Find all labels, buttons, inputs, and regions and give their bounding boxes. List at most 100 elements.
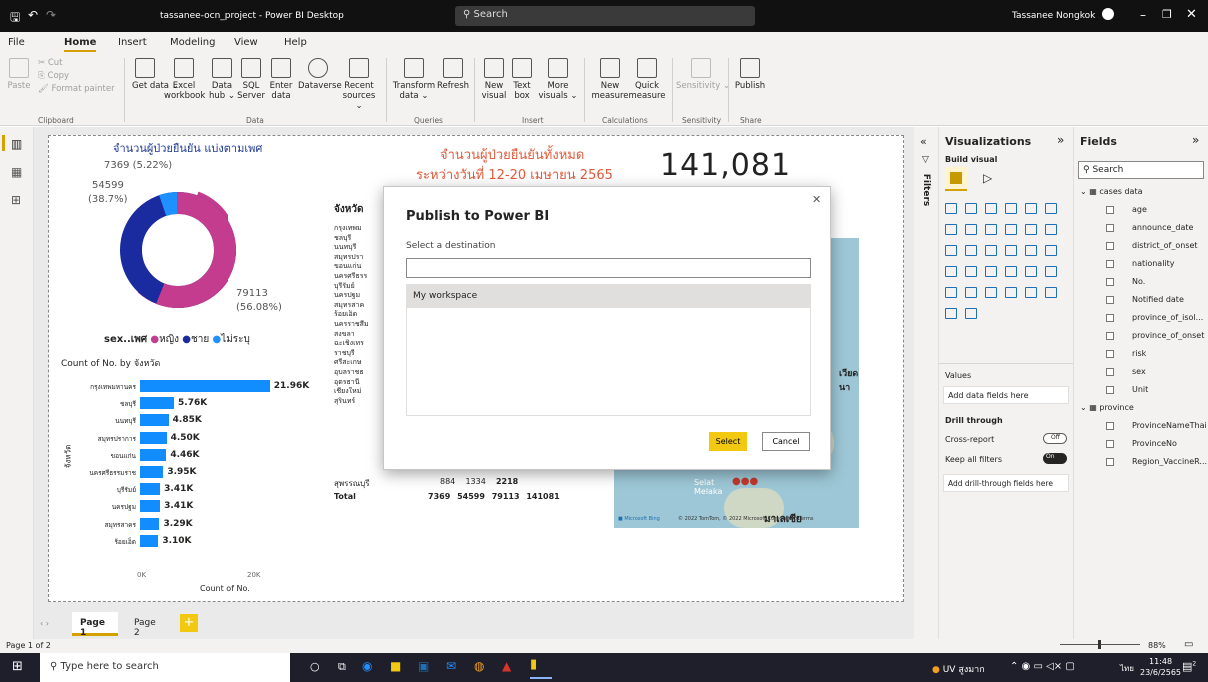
field-item[interactable]: province_of_onset	[1132, 331, 1208, 340]
field-item[interactable]: age	[1132, 205, 1208, 214]
visual-type-icon[interactable]	[1025, 287, 1037, 298]
language-indicator[interactable]: ไทย	[1120, 662, 1134, 675]
format-visual-icon[interactable]: ▷	[983, 171, 992, 185]
visual-type-icon[interactable]	[965, 224, 977, 235]
field-checkbox[interactable]	[1106, 278, 1114, 286]
donut-svg[interactable]	[118, 174, 238, 324]
format-painter-button[interactable]: 🖌 Format painter	[38, 84, 115, 94]
bar[interactable]	[140, 466, 164, 478]
fields-expand-icon[interactable]: »	[1192, 133, 1199, 147]
visual-type-icon[interactable]	[945, 308, 957, 319]
fit-page-icon[interactable]: ▭	[1184, 639, 1193, 650]
visual-type-icon[interactable]	[1025, 203, 1037, 214]
visual-type-icon[interactable]	[965, 287, 977, 298]
field-checkbox[interactable]	[1106, 314, 1114, 322]
tab-view[interactable]: View	[234, 37, 258, 48]
avatar[interactable]	[1102, 8, 1114, 20]
workspace-item[interactable]: My workspace	[407, 285, 810, 308]
visual-type-icon[interactable]	[985, 224, 997, 235]
bar[interactable]	[140, 380, 270, 392]
tab-modeling[interactable]: Modeling	[170, 37, 216, 48]
tab-file[interactable]: File	[8, 37, 25, 48]
visual-type-icon[interactable]	[965, 308, 977, 319]
text-box-button[interactable]: Text box	[510, 58, 534, 101]
workspace-search-input[interactable]	[406, 258, 811, 278]
visual-type-icon[interactable]	[1045, 245, 1057, 256]
redo-icon[interactable]: ↷	[46, 8, 56, 22]
undo-icon[interactable]: ↶	[28, 8, 38, 22]
field-item[interactable]: district_of_onset	[1132, 241, 1208, 250]
bar[interactable]	[140, 500, 161, 513]
visual-type-icon[interactable]	[1045, 203, 1057, 214]
powerbi-taskbar-icon[interactable]: ▮	[530, 657, 552, 679]
save-icon[interactable]: 🖫	[10, 8, 20, 29]
visual-type-icon[interactable]	[945, 245, 957, 256]
field-table[interactable]: ⌄ ▦ cases data	[1080, 187, 1142, 196]
visual-type-icon[interactable]	[1005, 224, 1017, 235]
field-checkbox[interactable]	[1106, 440, 1114, 448]
mail-icon[interactable]: ✉	[446, 659, 456, 673]
chrome-icon[interactable]: ◍	[474, 659, 484, 673]
visual-type-icon[interactable]	[1025, 245, 1037, 256]
bar[interactable]	[140, 431, 167, 444]
tab-page-1[interactable]: Page 1	[72, 612, 118, 638]
visual-type-icon[interactable]	[985, 203, 997, 214]
bar[interactable]	[140, 517, 160, 530]
maximize-icon[interactable]: ❐	[1162, 8, 1172, 21]
visual-type-icon[interactable]	[1005, 266, 1017, 277]
copy-button[interactable]: ⎘ Copy	[38, 71, 69, 81]
report-view-icon[interactable]: ▥	[11, 137, 22, 151]
field-item[interactable]: Region_VaccineR...	[1132, 457, 1208, 466]
enter-data-button[interactable]: Enter data	[268, 58, 294, 101]
cross-report-toggle[interactable]: Off	[1043, 433, 1067, 444]
task-view-icon[interactable]: ⧉	[338, 660, 346, 674]
visual-type-icon[interactable]	[1005, 287, 1017, 298]
paste-button[interactable]: Paste	[6, 58, 32, 91]
close-icon[interactable]: ✕	[1186, 7, 1197, 22]
get-data-button[interactable]: Get data ⌄	[132, 58, 179, 91]
drill-through-well[interactable]: Add drill-through fields here	[943, 474, 1069, 492]
excel-button[interactable]: Excel workbook	[164, 58, 205, 101]
keep-filters-toggle[interactable]: On	[1043, 453, 1067, 464]
data-hub-button[interactable]: Data hub ⌄	[206, 58, 238, 101]
search-box[interactable]: ⚲ Search	[455, 6, 755, 26]
field-checkbox[interactable]	[1106, 332, 1114, 340]
field-item[interactable]: sex	[1132, 367, 1208, 376]
new-measure-button[interactable]: New measure	[590, 58, 630, 101]
field-checkbox[interactable]	[1106, 206, 1114, 214]
explorer-icon[interactable]: ■	[390, 659, 401, 673]
add-page-button[interactable]: +	[180, 614, 198, 632]
new-visual-button[interactable]: New visual	[480, 58, 508, 101]
acrobat-icon[interactable]: ▲	[502, 659, 511, 673]
transform-data-button[interactable]: Transform data ⌄	[392, 58, 436, 101]
visual-type-icon[interactable]	[985, 266, 997, 277]
more-visuals-button[interactable]: More visuals ⌄	[538, 58, 578, 101]
tab-insert[interactable]: Insert	[118, 37, 147, 48]
tab-help[interactable]: Help	[284, 37, 307, 48]
visual-type-icon[interactable]	[985, 245, 997, 256]
viz-expand-icon[interactable]: »	[1057, 133, 1064, 147]
taskbar-search[interactable]: ⚲ Type here to search	[40, 653, 290, 682]
field-item[interactable]: Notified date	[1132, 295, 1208, 304]
edge-icon[interactable]: ◉	[362, 659, 372, 673]
bar[interactable]	[140, 397, 175, 410]
visual-type-icon[interactable]	[945, 203, 957, 214]
clock[interactable]: 11:48 23/6/2565	[1140, 656, 1181, 678]
system-tray-icons[interactable]: ⌃ ◉ ▭ ◁× ▢	[1010, 661, 1075, 672]
field-item[interactable]: province_of_isol...	[1132, 313, 1208, 322]
kpi-card[interactable]: 141,081	[660, 148, 791, 183]
visual-type-icon[interactable]	[1005, 203, 1017, 214]
visual-type-icon[interactable]	[1045, 224, 1057, 235]
field-checkbox[interactable]	[1106, 296, 1114, 304]
field-item[interactable]: announce_date	[1132, 223, 1208, 232]
visual-type-icon[interactable]	[965, 203, 977, 214]
field-item[interactable]: risk	[1132, 349, 1208, 358]
sensitivity-button[interactable]: Sensitivity ⌄	[676, 58, 730, 91]
field-table[interactable]: ⌄ ▦ province	[1080, 403, 1134, 412]
visual-type-icon[interactable]	[1025, 224, 1037, 235]
tab-page-2[interactable]: Page 2	[126, 612, 172, 638]
bar[interactable]	[140, 534, 159, 547]
legend-male[interactable]: ชาย	[191, 334, 209, 345]
field-checkbox[interactable]	[1106, 350, 1114, 358]
bar[interactable]	[140, 414, 169, 427]
